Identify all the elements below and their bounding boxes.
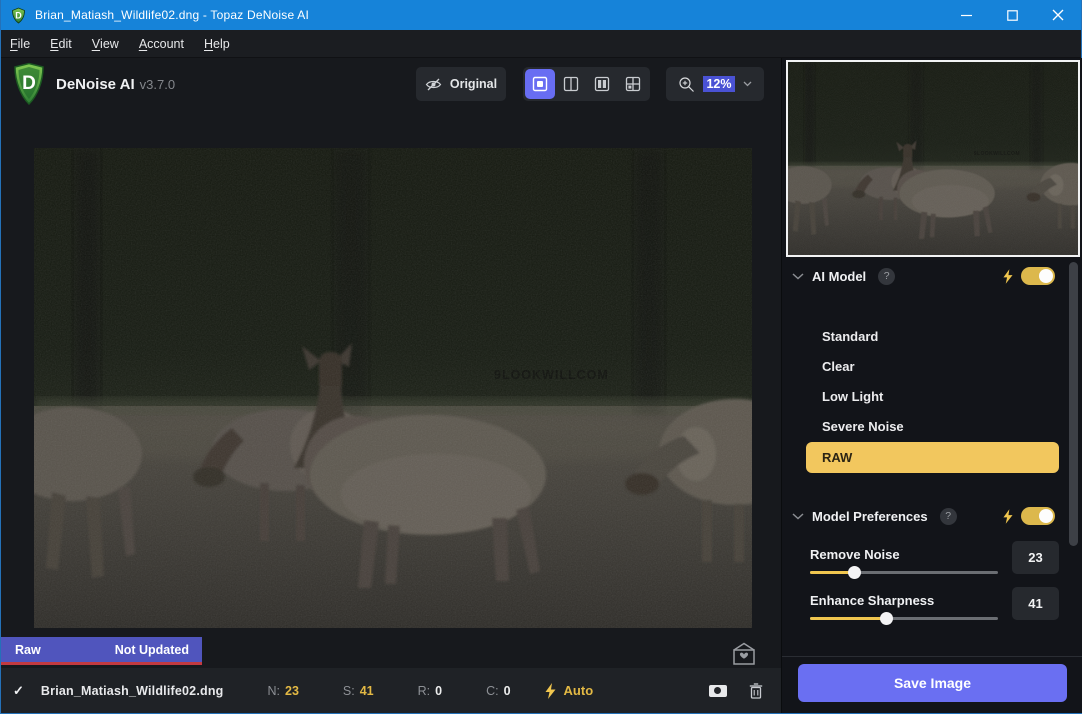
help-icon[interactable]: ? [878,268,895,285]
original-label: Original [450,77,497,91]
camera-icon[interactable] [709,685,727,697]
enhance-sharpness-slider[interactable] [810,617,998,620]
app-window: D Brian_Matiash_Wildlife02.dng - Topaz D… [0,0,1082,714]
app-branding: D DeNoise AI v3.7.0 [9,62,175,106]
remove-noise-slider[interactable] [810,571,998,574]
menu-file[interactable]: File [1,30,40,57]
enhance-sharpness-control: Enhance Sharpness 41 [810,593,1059,608]
menu-bar: File Edit View Account Help [1,30,1081,58]
ai-model-auto-toggle[interactable] [1021,267,1055,285]
minimize-button[interactable] [943,0,989,30]
zoom-in-icon [678,76,695,93]
lightning-icon [1003,509,1013,524]
svg-text:D: D [22,73,36,94]
ai-model-title: AI Model [812,269,866,284]
close-icon [1052,9,1064,21]
view-quad-icon [625,76,641,92]
menu-help[interactable]: Help [194,30,240,57]
menu-account[interactable]: Account [129,30,194,57]
file-status-bar: ✓ Brian_Matiash_Wildlife02.dng N: 23 S: … [1,668,781,713]
envelope-heart-icon[interactable] [729,640,759,668]
maximize-icon [1007,10,1018,21]
preferences-auto-toggle[interactable] [1021,507,1055,525]
toggle-knob [1039,509,1053,523]
view-single-button[interactable] [525,69,555,99]
lightning-icon [1003,269,1013,284]
filename-label[interactable]: Brian_Matiash_Wildlife02.dng [41,684,224,698]
denoise-shield-icon: D [9,62,49,106]
ai-model-header: AI Model ? [782,264,1082,288]
collapse-chevron-icon[interactable] [792,273,804,280]
view-split-icon [563,76,579,92]
close-button[interactable] [1035,0,1081,30]
minimize-icon [961,10,972,21]
stat-noise: N: 23 [268,684,299,698]
model-option-standard[interactable]: Standard [822,329,878,344]
preview-thumbnail[interactable] [786,60,1080,257]
view-sidebyside-icon [594,76,610,92]
view-sidebyside-button[interactable] [587,69,617,99]
eye-off-icon [425,78,442,91]
app-logo-icon: D [10,7,27,24]
settings-panel: AI Model ? Standard Clear Low Light Seve… [781,58,1082,713]
view-quad-button[interactable] [618,69,648,99]
view-single-icon [532,76,548,92]
lightning-icon [545,683,556,699]
app-version: v3.7.0 [140,77,175,92]
auto-settings-button[interactable]: Auto [545,683,594,699]
panel-scrollbar[interactable] [1069,262,1078,546]
model-option-lowlight[interactable]: Low Light [822,389,883,404]
view-split-button[interactable] [556,69,586,99]
app-name: DeNoise AI [56,76,135,93]
image-canvas[interactable] [34,148,752,628]
collapse-chevron-icon[interactable] [792,513,804,520]
chevron-down-icon [743,81,752,87]
model-option-clear[interactable]: Clear [822,359,855,374]
svg-text:D: D [15,10,22,20]
slider-knob[interactable] [848,566,861,579]
remove-noise-value[interactable]: 23 [1012,541,1059,574]
checkmark-icon: ✓ [13,683,24,699]
slider-knob[interactable] [880,612,893,625]
status-raw-label: Raw [15,643,41,657]
stat-sharpness: S: 41 [343,684,374,698]
status-updated-badge: Not Updated [115,643,189,657]
remove-noise-control: Remove Noise 23 [810,547,1059,562]
zoom-value[interactable]: 12% [703,76,734,92]
model-option-raw[interactable]: RAW [806,442,1059,473]
help-icon[interactable]: ? [940,508,957,525]
model-preferences-header: Model Preferences ? [782,504,1082,528]
trash-icon[interactable] [749,683,763,699]
stat-color: C: 0 [486,684,510,698]
enhance-sharpness-value[interactable]: 41 [1012,587,1059,620]
window-title: Brian_Matiash_Wildlife02.dng - Topaz DeN… [35,8,943,22]
save-image-button[interactable]: Save Image [798,664,1067,702]
divider [782,656,1082,657]
model-preferences-title: Model Preferences [812,509,928,524]
maximize-button[interactable] [989,0,1035,30]
main-area: D DeNoise AI v3.7.0 Original [1,58,781,713]
auto-label: Auto [564,683,594,698]
toggle-knob [1039,269,1053,283]
menu-edit[interactable]: Edit [40,30,82,57]
model-option-severenoise[interactable]: Severe Noise [822,419,904,434]
image-status-bar: Raw Not Updated [1,637,202,665]
menu-view[interactable]: View [82,30,129,57]
stat-recover: R: 0 [418,684,442,698]
zoom-control[interactable]: 12% [666,67,764,101]
title-bar: D Brian_Matiash_Wildlife02.dng - Topaz D… [1,0,1081,30]
view-mode-group [523,67,650,101]
original-toggle-button[interactable]: Original [416,67,506,101]
